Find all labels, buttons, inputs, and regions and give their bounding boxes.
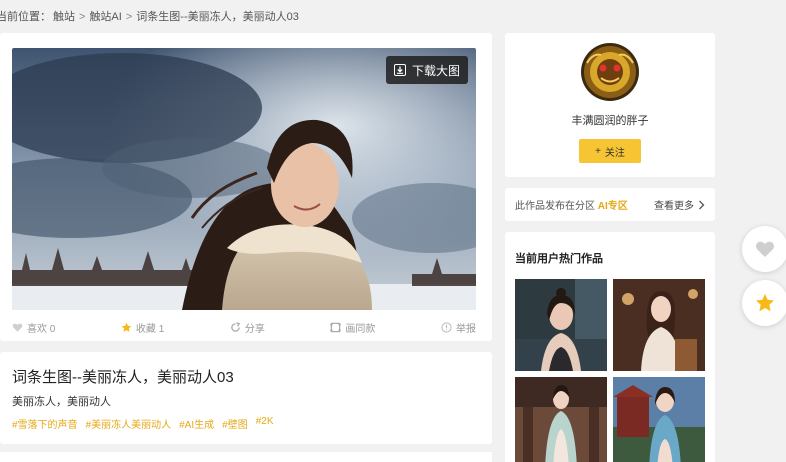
follow-button[interactable]: + 关注 (579, 139, 641, 163)
zone-prefix: 此作品发布在分区 (515, 201, 595, 212)
share-button[interactable]: 分享 (230, 319, 265, 335)
avatar[interactable] (581, 43, 639, 101)
share-icon (231, 321, 240, 332)
tag-item[interactable]: #雪落下的声音 (12, 416, 78, 431)
author-name[interactable]: 丰满圆润的胖子 (505, 112, 715, 128)
author-card: 丰满圆润的胖子 + 关注 (505, 33, 715, 177)
thumbnail-image (515, 377, 607, 462)
plus-icon: + (595, 145, 601, 157)
report-label: 举报 (456, 323, 476, 335)
hot-work-thumbnail[interactable] (515, 279, 607, 371)
tag-item[interactable]: #AI生成 (179, 416, 214, 431)
hot-work-thumbnail[interactable] (613, 377, 705, 462)
thumbnail-image (515, 279, 607, 371)
follow-label: 关注 (604, 147, 625, 159)
thumbnail-image (613, 279, 705, 371)
report-button[interactable]: 举报 (441, 319, 476, 335)
collect-label: 收藏 1 (135, 323, 165, 335)
star-icon (121, 322, 132, 332)
breadcrumb-prefix: 当前位置： (0, 11, 51, 23)
heart-icon (755, 241, 775, 257)
hot-works-title: 当前用户热门作品 (515, 253, 603, 265)
like-label: 喜欢 0 (27, 323, 56, 335)
zone-link[interactable]: AI专区 (598, 201, 628, 212)
tag-item[interactable]: #壁图 (222, 416, 248, 431)
heart-icon (12, 323, 23, 332)
artwork-card: 下载大图 喜欢 0 收藏 1 分享 画同款 举报 (0, 33, 492, 341)
next-card-edge (0, 452, 492, 462)
same-style-label: 画同款 (345, 323, 376, 335)
thumbnail-image (613, 377, 705, 462)
zone-info: 此作品发布在分区 AI专区 (515, 197, 628, 212)
artwork-image[interactable]: 下载大图 (12, 48, 476, 310)
download-button[interactable]: 下载大图 (385, 56, 468, 84)
artwork-illustration (12, 48, 476, 310)
breadcrumb-item-home[interactable]: 触站 (53, 11, 75, 23)
star-icon (756, 294, 774, 312)
hot-works-card: 当前用户热门作品 (505, 232, 715, 462)
float-like-button[interactable] (742, 226, 786, 272)
breadcrumb-item-current: 词条生图--美丽冻人，美丽动人03 (136, 11, 299, 23)
work-info-card: 词条生图--美丽冻人，美丽动人03 美丽冻人，美丽动人 #雪落下的声音 #美丽冻… (0, 352, 492, 444)
same-style-button[interactable]: 画同款 (330, 319, 375, 335)
tag-list: #雪落下的声音 #美丽冻人美丽动人 #AI生成 #壁图 #2K (12, 416, 480, 431)
download-icon (393, 64, 406, 76)
tag-item[interactable]: #2K (256, 416, 274, 431)
hot-work-thumbnail[interactable] (613, 279, 705, 371)
work-description: 美丽冻人，美丽动人 (12, 396, 111, 408)
frame-icon (330, 322, 342, 332)
tag-item[interactable]: #美丽冻人美丽动人 (86, 416, 172, 431)
info-icon (441, 321, 452, 333)
breadcrumb: 当前位置： 触站 > 触站AI > 词条生图--美丽冻人，美丽动人03 (0, 8, 301, 24)
download-label: 下载大图 (411, 63, 460, 78)
avatar-image (581, 43, 639, 101)
breadcrumb-item-ai[interactable]: 触站AI (89, 11, 121, 23)
breadcrumb-separator: > (125, 11, 133, 23)
breadcrumb-separator: > (79, 11, 86, 23)
hot-work-thumbnail[interactable] (515, 377, 607, 462)
float-collect-button[interactable] (742, 280, 786, 326)
zone-card: 此作品发布在分区 AI专区 查看更多 (505, 188, 715, 221)
artwork-actions: 喜欢 0 收藏 1 分享 画同款 举报 (12, 319, 476, 335)
view-more-link[interactable]: 查看更多 (654, 197, 705, 212)
collect-button[interactable]: 收藏 1 (121, 319, 164, 335)
like-button[interactable]: 喜欢 0 (12, 319, 55, 335)
share-label: 分享 (244, 323, 265, 335)
chevron-right-icon (699, 200, 705, 209)
work-title: 词条生图--美丽冻人，美丽动人03 (12, 369, 234, 386)
view-more-label: 查看更多 (654, 201, 694, 212)
